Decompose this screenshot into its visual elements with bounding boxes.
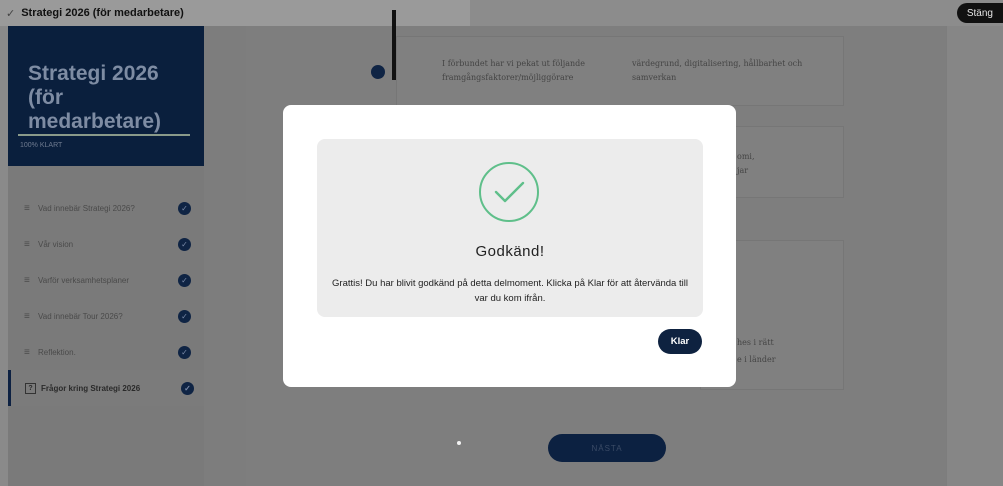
course-title: Strategi 2026 (för medarbetare) — [28, 62, 162, 133]
check-icon: ✓ — [178, 201, 191, 215]
check-icon: ✓ — [178, 237, 191, 251]
lesson-lines-icon: ≡ — [24, 310, 30, 322]
progress-bar — [18, 134, 190, 136]
progress-fill — [18, 134, 190, 136]
sidebar-item-fragor[interactable]: ? Frågor kring Strategi 2026 ✓ — [8, 370, 204, 406]
match-fragment: hes i rätt — [737, 338, 774, 347]
sidebar-item-varfor-verksamhetsplaner[interactable]: ≡ Varför verksamhetsplaner ✓ — [8, 262, 204, 298]
sidebar-item-label: Frågor kring Strategi 2026 — [41, 383, 141, 393]
quiz-icon: ? — [25, 382, 36, 394]
lesson-lines-icon: ≡ — [24, 238, 30, 250]
next-button[interactable]: NÄSTA — [548, 434, 666, 462]
match-fragment: omi, — [737, 152, 755, 161]
sidebar-item-label: Vår vision — [38, 239, 74, 249]
progress-label: 100% KLART — [20, 142, 63, 149]
sidebar-item-label: Vad innebär Strategi 2026? — [38, 203, 135, 213]
match-left-text: I förbundet har vi pekat ut följande fra… — [442, 59, 585, 82]
check-icon — [371, 65, 385, 79]
sidebar-item-vad-innebar-strategi[interactable]: ≡ Vad innebär Strategi 2026? ✓ — [8, 190, 204, 226]
sidebar-header: Strategi 2026 (för medarbetare) 100% KLA… — [8, 26, 204, 166]
result-title: Godkänd! — [475, 243, 545, 260]
sidebar-item-label: Vad innebär Tour 2026? — [38, 311, 123, 321]
chevron-icon[interactable]: ✓ — [6, 7, 15, 20]
check-icon: ✓ — [178, 309, 191, 323]
cursor-dot — [457, 441, 461, 445]
sidebar-item-label: Varför verksamhetsplaner — [38, 275, 129, 285]
result-panel: Godkänd! Grattis! Du har blivit godkänd … — [317, 139, 703, 317]
check-circle-icon — [479, 162, 539, 222]
check-icon: ✓ — [178, 345, 191, 359]
top-bar: ✓ Strategi 2026 (för medarbetare) Stäng — [0, 0, 1003, 26]
lesson-lines-icon: ≡ — [24, 346, 30, 358]
window-title: Strategi 2026 (för medarbetare) — [21, 7, 184, 19]
check-icon: ✓ — [178, 273, 191, 287]
right-panel — [947, 26, 1003, 486]
result-message: Grattis! Du har blivit godkänd på detta … — [332, 278, 688, 304]
lesson-lines-icon: ≡ — [24, 202, 30, 214]
top-bar-right — [470, 0, 1003, 26]
lesson-nav: ≡ Vad innebär Strategi 2026? ✓ ≡ Vår vis… — [8, 190, 204, 406]
sidebar-item-var-vision[interactable]: ≡ Vår vision ✓ — [8, 226, 204, 262]
close-button[interactable]: Stäng — [956, 3, 1003, 23]
match-fragment: e i länder — [737, 355, 776, 364]
window-title-bar: ✓ Strategi 2026 (för medarbetare) — [0, 0, 470, 26]
match-right-text: värdegrund, digitalisering, hållbarhet o… — [632, 59, 803, 82]
lesson-lines-icon: ≡ — [24, 274, 30, 286]
sidebar-item-reflektion[interactable]: ≡ Reflektion. ✓ — [8, 334, 204, 370]
klar-button[interactable]: Klar — [658, 329, 702, 354]
match-fragment: jar — [737, 166, 749, 175]
sidebar: Strategi 2026 (för medarbetare) 100% KLA… — [8, 26, 204, 486]
sidebar-item-label: Reflektion. — [38, 347, 76, 357]
check-icon: ✓ — [181, 381, 194, 395]
result-dialog: Godkänd! Grattis! Du har blivit godkänd … — [283, 105, 736, 387]
sidebar-item-vad-innebar-tour[interactable]: ≡ Vad innebär Tour 2026? ✓ — [8, 298, 204, 334]
